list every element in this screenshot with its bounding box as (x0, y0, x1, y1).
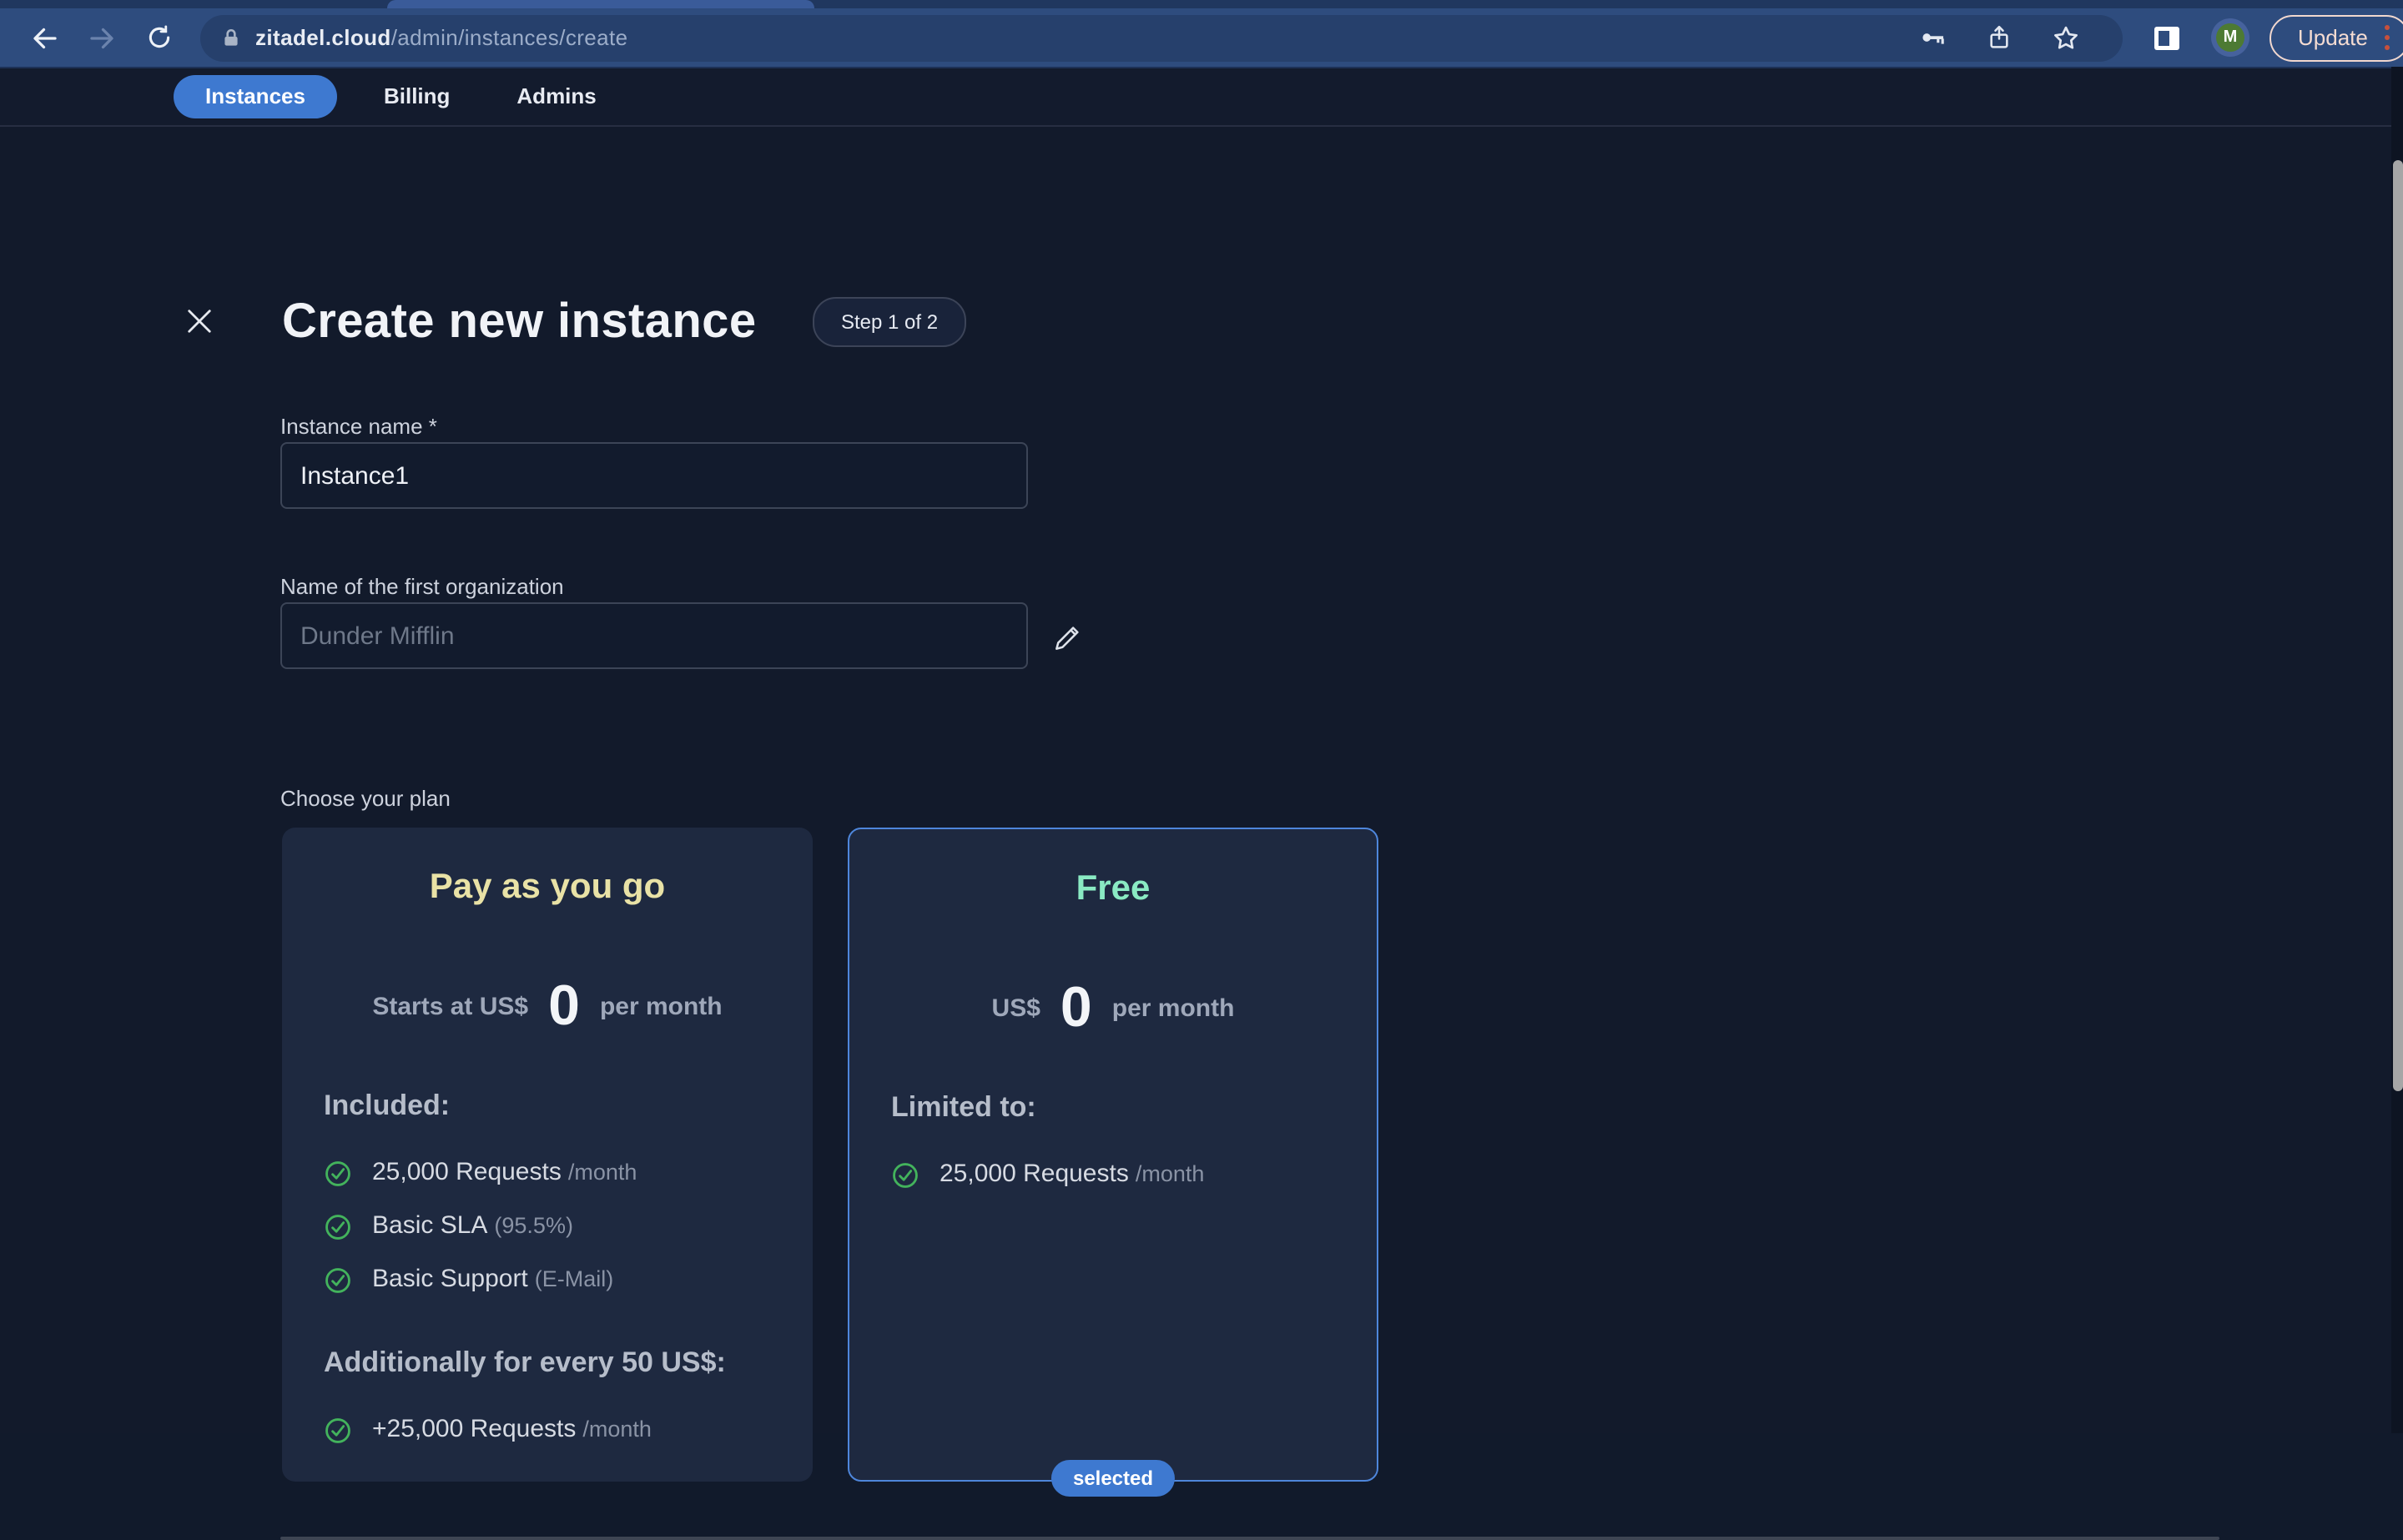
active-tab-sliver[interactable] (387, 0, 814, 8)
scrollbar-track[interactable] (2391, 67, 2403, 1433)
url-bar[interactable]: zitadel.cloud/admin/instances/create (200, 14, 2123, 61)
price-prefix: US$ (991, 994, 1040, 1022)
update-button[interactable]: Update (2270, 14, 2403, 61)
side-panel-icon[interactable] (2146, 18, 2186, 58)
plan-card-pay-as-you-go[interactable]: Pay as you go Starts at US$ 0 per month … (282, 828, 813, 1482)
choose-plan-label: Choose your plan (280, 786, 451, 811)
feature-row: Basic SLA (95.5%) (324, 1200, 783, 1253)
share-icon[interactable] (1979, 18, 2019, 58)
feature-text: 25,000 Requests (940, 1160, 1129, 1188)
check-circle-icon (325, 1160, 350, 1185)
password-key-icon[interactable] (1912, 18, 1952, 58)
step-badge: Step 1 of 2 (813, 297, 967, 347)
lock-icon (220, 26, 242, 49)
check-circle-icon (325, 1417, 350, 1442)
feature-text: Basic SLA (372, 1211, 488, 1240)
feature-text: Basic Support (372, 1265, 528, 1293)
feature-text: +25,000 Requests (372, 1415, 577, 1443)
forward-icon[interactable] (82, 18, 122, 58)
organization-input[interactable] (280, 602, 1028, 669)
organization-label: Name of the first organization (280, 574, 564, 599)
back-icon[interactable] (25, 18, 65, 58)
browser-menu-kebab-icon[interactable] (2384, 25, 2390, 50)
scrollbar-thumb[interactable] (2393, 160, 2403, 1091)
reload-icon[interactable] (139, 18, 179, 58)
feature-note: /month (582, 1417, 652, 1442)
profile-avatar[interactable]: M (2211, 18, 2249, 57)
feature-row: 25,000 Requests/month (324, 1146, 783, 1200)
feature-note: /month (567, 1160, 637, 1185)
price-suffix: per month (599, 992, 723, 1020)
plan-title: Pay as you go (429, 868, 666, 906)
plan-card-free[interactable]: Free US$ 0 per month Limited to: 25,000 … (848, 828, 1378, 1497)
url-domain: zitadel.cloud (255, 25, 391, 50)
instance-name-label: Instance name * (280, 414, 437, 439)
price-prefix: Starts at US$ (372, 992, 529, 1020)
plan-features: Included: 25,000 Requests/month Basic SL… (324, 1090, 783, 1457)
feature-text: 25,000 Requests (372, 1158, 562, 1186)
check-circle-icon (325, 1214, 350, 1239)
selected-badge: selected (1050, 1460, 1176, 1497)
feature-note: (E-Mail) (534, 1266, 614, 1291)
browser-tabstrip (0, 0, 2403, 8)
plan-features: Limited to: 25,000 Requests/month (891, 1091, 1347, 1201)
price-amount: 0 (548, 974, 580, 1037)
page-title: Create new instance (282, 295, 757, 349)
plan-title: Free (1076, 869, 1151, 908)
close-button[interactable] (179, 300, 219, 340)
browser-toolbar: zitadel.cloud/admin/instances/create M U… (0, 8, 2403, 68)
check-circle-icon (325, 1267, 350, 1292)
section-divider (280, 1537, 2219, 1540)
url-text: zitadel.cloud/admin/instances/create (255, 25, 628, 50)
tab-instances[interactable]: Instances (174, 75, 337, 118)
create-instance-page: Create new instance Step 1 of 2 Instance… (0, 127, 2403, 1540)
section-header: Included: (324, 1090, 451, 1121)
plan-cards: Pay as you go Starts at US$ 0 per month … (282, 828, 1378, 1497)
tab-admins[interactable]: Admins (496, 75, 616, 118)
price-suffix: per month (1111, 994, 1235, 1022)
feature-note: /month (1135, 1161, 1205, 1186)
feature-note: (95.5%) (494, 1213, 573, 1238)
edit-pencil-icon[interactable] (1046, 617, 1086, 657)
url-path: /admin/instances/create (390, 25, 628, 50)
app-nav: Instances Billing Admins (0, 68, 2403, 127)
tab-billing[interactable]: Billing (364, 75, 470, 118)
price-amount: 0 (1060, 975, 1092, 1039)
feature-row: Basic Support (E-Mail) (324, 1253, 783, 1306)
check-circle-icon (893, 1162, 918, 1187)
update-label: Update (2298, 25, 2368, 50)
instance-name-input[interactable] (280, 442, 1028, 509)
plan-price: US$ 0 per month (849, 973, 1377, 1043)
bookmark-star-icon[interactable] (2046, 18, 2086, 58)
feature-row: 25,000 Requests/month (891, 1148, 1347, 1201)
feature-row: +25,000 Requests/month (324, 1403, 783, 1457)
browser-window: zitadel.cloud/admin/instances/create M U… (0, 0, 2403, 1540)
plan-price: Starts at US$ 0 per month (282, 971, 813, 1041)
avatar-letter: M (2216, 23, 2244, 52)
section-header: Limited to: (891, 1091, 1036, 1123)
section-header: Additionally for every 50 US$: (324, 1346, 726, 1378)
